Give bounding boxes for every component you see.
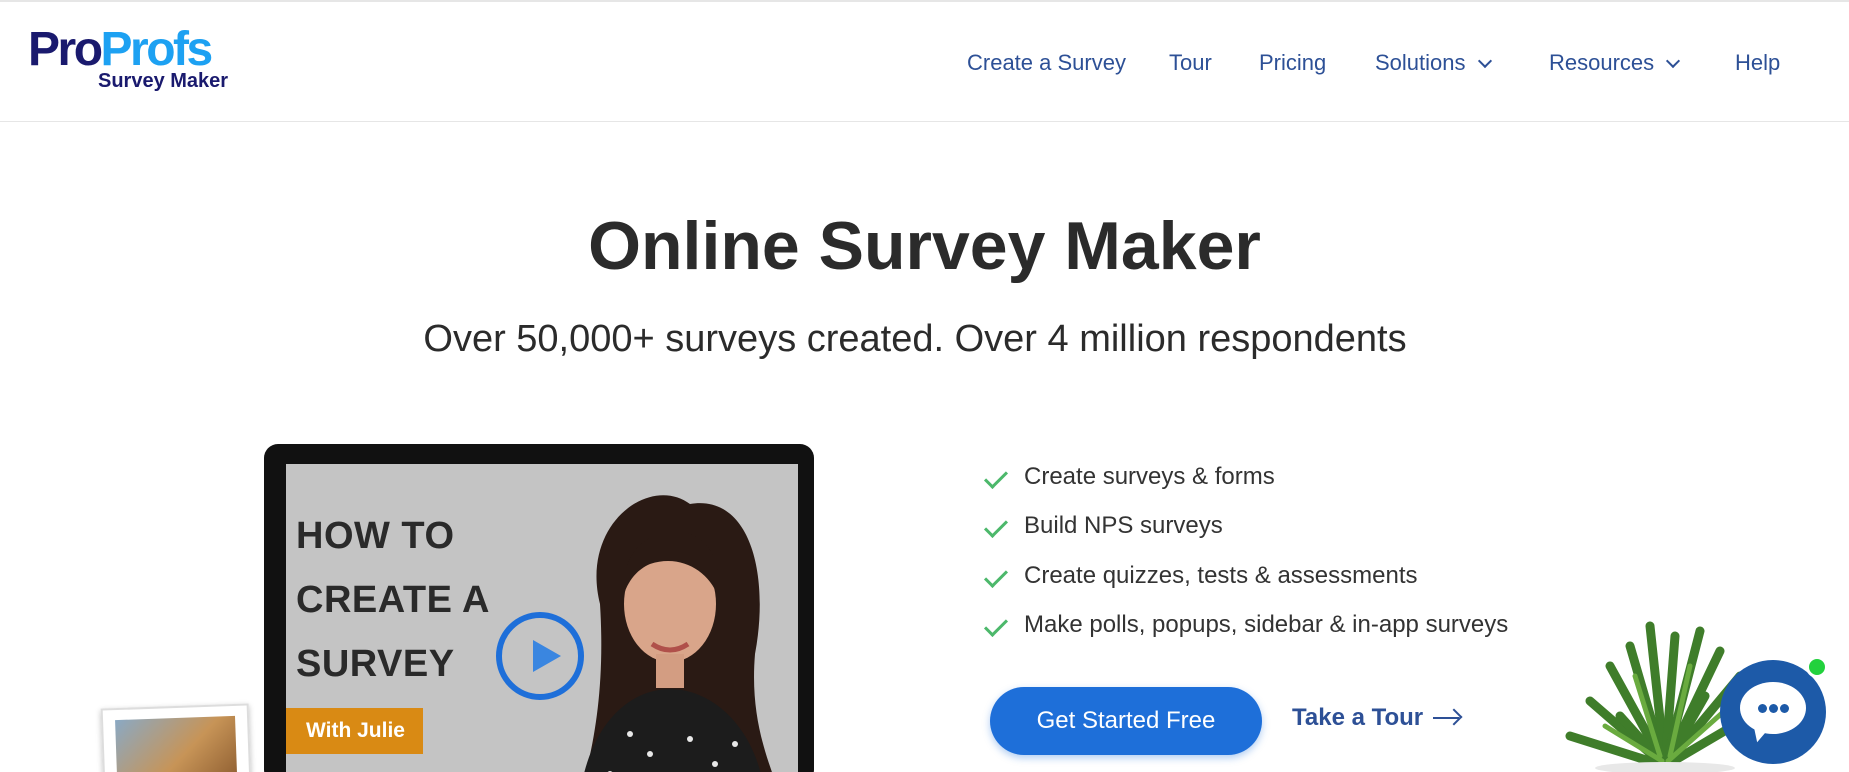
nav-create-survey-label: Create a Survey bbox=[967, 50, 1126, 75]
get-started-button[interactable]: Get Started Free bbox=[990, 687, 1262, 755]
page-subtitle: Over 50,000+ surveys created. Over 4 mil… bbox=[423, 318, 1407, 360]
nav-help-label: Help bbox=[1735, 50, 1781, 75]
chat-dot bbox=[1780, 704, 1789, 713]
chat-dot bbox=[1769, 704, 1778, 713]
feature-text: Create surveys & forms bbox=[1024, 463, 1275, 490]
take-tour-label: Take a Tour bbox=[1292, 704, 1424, 731]
take-tour-link[interactable]: Take a Tour bbox=[1292, 704, 1460, 732]
nav-tour-label: Tour bbox=[1169, 50, 1212, 75]
check-icon bbox=[983, 612, 1009, 638]
presenter-badge: With Julie bbox=[286, 708, 423, 754]
presenter-image bbox=[584, 495, 772, 772]
site-header: ProProfs Survey Maker Create a Survey To… bbox=[0, 0, 1849, 122]
nav-solutions[interactable]: Solutions bbox=[1375, 50, 1492, 76]
nav-resources-label: Resources bbox=[1549, 50, 1655, 75]
feature-text: Create quizzes, tests & assessments bbox=[1024, 562, 1418, 589]
nav-pricing[interactable]: Pricing bbox=[1259, 50, 1326, 76]
check-icon bbox=[983, 464, 1009, 490]
video-title-line-3: SURVEY bbox=[296, 643, 455, 685]
check-icon bbox=[983, 513, 1009, 539]
check-icon bbox=[983, 563, 1009, 589]
online-status-indicator bbox=[1806, 656, 1828, 678]
nav-create-survey[interactable]: Create a Survey bbox=[967, 50, 1126, 76]
page-title: Online Survey Maker bbox=[588, 208, 1261, 284]
nav-pricing-label: Pricing bbox=[1259, 50, 1327, 75]
dog-photo-image bbox=[115, 715, 238, 772]
nav-solutions-label: Solutions bbox=[1375, 50, 1466, 75]
nav-tour[interactable]: Tour bbox=[1169, 50, 1212, 76]
feature-text: Build NPS surveys bbox=[1024, 512, 1223, 539]
feature-text: Make polls, popups, sidebar & in-app sur… bbox=[1024, 611, 1509, 638]
play-icon bbox=[533, 640, 561, 672]
nav-resources[interactable]: Resources bbox=[1549, 50, 1681, 76]
arrow-right-icon bbox=[1433, 717, 1460, 719]
main-nav: Create a Survey Tour Pricing Solutions R… bbox=[0, 2, 1849, 124]
video-title-line-2: CREATE A bbox=[296, 579, 490, 621]
play-button[interactable] bbox=[496, 612, 584, 700]
chat-dot bbox=[1758, 704, 1767, 713]
video-title-line-1: HOW TO bbox=[296, 515, 455, 557]
chevron-down-icon bbox=[1666, 53, 1681, 69]
dog-photo-card bbox=[100, 703, 252, 772]
chevron-down-icon bbox=[1477, 53, 1492, 69]
nav-help[interactable]: Help bbox=[1735, 50, 1780, 76]
